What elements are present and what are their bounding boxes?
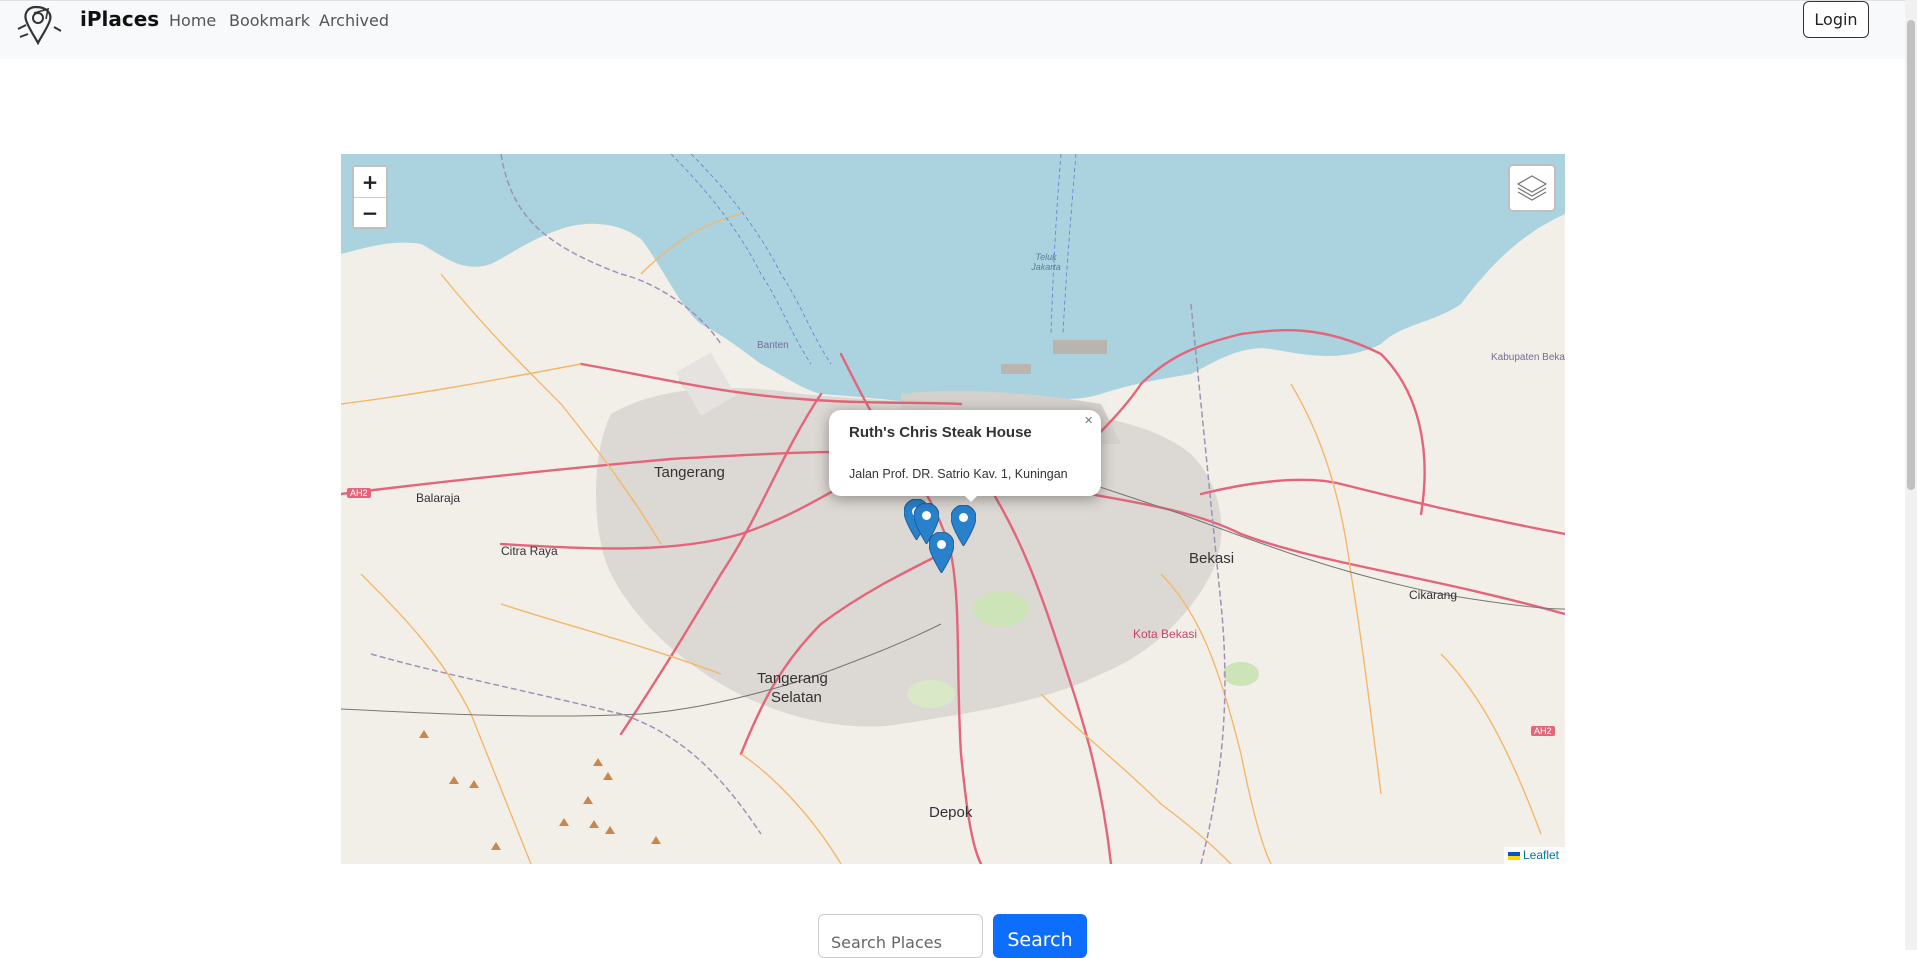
brand-title[interactable]: iPlaces: [80, 7, 159, 31]
map-label-ah2-west: AH2: [347, 488, 371, 498]
map-label-balaraja: Balaraja: [416, 491, 461, 505]
layers-icon: [1516, 175, 1548, 201]
page-scrollbar[interactable]: [1905, 0, 1917, 950]
zoom-out-button[interactable]: −: [354, 197, 386, 227]
ukraine-flag-icon: [1507, 851, 1520, 860]
map-label-tangerang: Tangerang: [654, 464, 725, 481]
map-label-ah2-east: AH2: [1531, 726, 1555, 736]
nav-archived-link[interactable]: Archived: [319, 11, 389, 30]
popup-title: Ruth's Chris Steak House: [849, 424, 1032, 441]
map-label-kabupaten-bekasi: Kabupaten Bekasi: [1491, 352, 1565, 363]
map-label-banten: Banten: [757, 340, 789, 351]
nav-bookmark-link[interactable]: Bookmark: [229, 11, 310, 30]
map-label-kota-bekasi: Kota Bekasi: [1133, 627, 1198, 641]
map-label-citra-raya: Citra Raya: [501, 544, 558, 558]
search-button[interactable]: Search: [993, 914, 1087, 958]
nav-home-link[interactable]: Home: [169, 11, 216, 30]
popup-close-button[interactable]: ×: [1084, 412, 1093, 429]
search-input[interactable]: [818, 914, 983, 958]
map-marker[interactable]: [929, 532, 954, 573]
zoom-in-button[interactable]: +: [354, 167, 386, 197]
map-label-teluk-jakarta: Teluk Jakarta: [1031, 252, 1061, 272]
map[interactable]: Tangerang Balaraja Citra Raya Tangerang …: [341, 154, 1565, 864]
place-popup: Ruth's Chris Steak House Jalan Prof. DR.…: [829, 410, 1101, 496]
map-label-depok: Depok: [929, 804, 973, 821]
popup-address: Jalan Prof. DR. Satrio Kav. 1, Kuningan: [849, 467, 1068, 481]
map-label-bekasi: Bekasi: [1189, 550, 1235, 567]
login-button[interactable]: Login: [1803, 1, 1869, 38]
map-label-cikarang: Cikarang: [1409, 588, 1458, 602]
map-label-tangerang-selatan-2: Selatan: [771, 689, 822, 706]
pin-map-logo-icon[interactable]: [14, 3, 64, 45]
layers-control-button[interactable]: [1508, 164, 1556, 212]
map-attribution: Leaflet: [1503, 847, 1565, 864]
leaflet-link[interactable]: Leaflet: [1523, 848, 1559, 862]
zoom-control: + −: [352, 165, 388, 229]
navbar: iPlaces Home Bookmark Archived Login: [0, 0, 1905, 59]
map-marker[interactable]: [951, 505, 976, 546]
scrollbar-thumb[interactable]: [1907, 20, 1915, 490]
map-label-tangerang-selatan-1: Tangerang: [757, 670, 828, 687]
popup-tip: [961, 492, 981, 502]
